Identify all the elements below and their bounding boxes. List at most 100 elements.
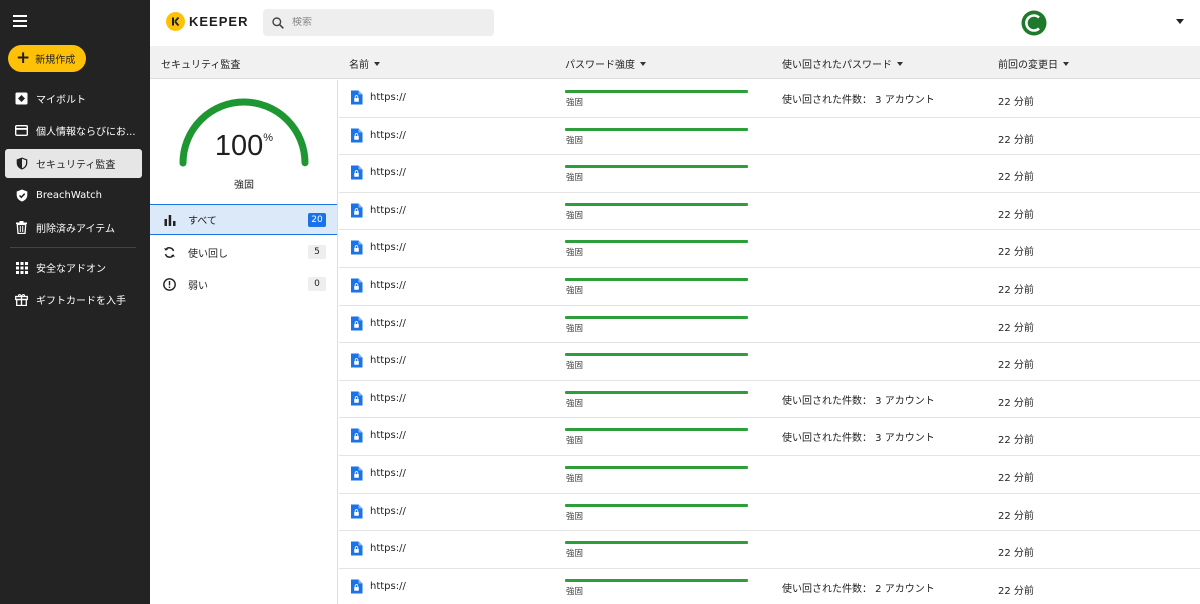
table-row[interactable]: https:// 強固 22 分前 xyxy=(339,118,1200,156)
security-score: 100% xyxy=(150,130,338,163)
sidebar-item-secure-addons[interactable]: 安全なアドオン xyxy=(5,253,142,282)
record-name[interactable]: https://r xyxy=(370,468,406,479)
search-icon xyxy=(272,16,284,29)
last-changed: 22 分前 xyxy=(998,247,1034,259)
record-name[interactable]: https://i xyxy=(370,355,406,366)
strength-bar xyxy=(565,277,748,281)
menu-icon[interactable] xyxy=(13,15,27,27)
panel-title: セキュリティ監査 xyxy=(161,60,241,71)
table-row[interactable]: https://t 強固 22 分前 xyxy=(339,531,1200,569)
grid-icon xyxy=(15,261,28,274)
record-name[interactable]: https:// xyxy=(370,130,406,141)
last-changed: 22 分前 xyxy=(998,360,1034,372)
record-name[interactable]: https://- xyxy=(370,167,406,178)
reused-count: 使い回された件数： 3 アカウント xyxy=(782,395,935,407)
record-name[interactable]: https://r xyxy=(370,506,406,517)
record-name[interactable]: https:// xyxy=(370,205,406,216)
strength-label: 強固 xyxy=(566,210,584,221)
table-row[interactable]: https:// 強固 使い回された件数： 3 アカウント 22 分前 xyxy=(339,80,1200,118)
table-row[interactable]: https:// 強固 22 分前 xyxy=(339,193,1200,231)
record-lock-icon xyxy=(350,504,363,519)
table-row[interactable]: https://i 強固 22 分前 xyxy=(339,343,1200,381)
strength-bar xyxy=(565,503,748,507)
shield-icon xyxy=(15,157,28,170)
record-lock-icon xyxy=(350,316,363,331)
strength-bar xyxy=(565,428,748,432)
record-lock-icon xyxy=(350,128,363,143)
table-row[interactable]: https://r 強固 22 分前 xyxy=(339,494,1200,532)
column-header-reused[interactable]: 使い回されたパスワード xyxy=(782,56,903,71)
record-lock-icon xyxy=(350,428,363,443)
record-lock-icon xyxy=(350,90,363,105)
strength-bar xyxy=(565,465,748,469)
last-changed: 22 分前 xyxy=(998,284,1034,296)
strength-label: 強固 xyxy=(566,586,584,597)
record-lock-icon xyxy=(350,391,363,406)
account-menu-caret-icon[interactable] xyxy=(1176,19,1184,24)
table-row[interactable]: https://r 強固 22 分前 xyxy=(339,456,1200,494)
filter-count-badge: 5 xyxy=(308,245,326,259)
filter-count-badge: 0 xyxy=(308,277,326,291)
record-name[interactable]: https://u xyxy=(370,581,406,592)
gift-icon xyxy=(15,293,28,306)
record-name[interactable]: https://e xyxy=(370,318,406,329)
column-header-label: パスワード強度 xyxy=(565,60,635,71)
strength-label: 強固 xyxy=(566,285,584,296)
record-name[interactable]: https:// xyxy=(370,92,406,103)
table-row[interactable]: https://- 強固 22 分前 xyxy=(339,155,1200,193)
sidebar-item-deleted-items[interactable]: 削除済みアイテム xyxy=(5,213,142,242)
filter-reused[interactable]: 使い回し 5 xyxy=(150,237,337,268)
alert-circle-icon xyxy=(163,278,176,291)
security-score-value: 100 xyxy=(214,130,264,162)
sidebar: + 新規作成 マイボルト 個人情報ならびにお... セキュリティ監査 Breac… xyxy=(0,0,150,604)
records-table: https://強固 使い回された件数： 3 アカウント 22 分前 https://… xyxy=(339,80,1200,604)
column-header-name[interactable]: 名前 xyxy=(349,56,380,71)
strength-label: 強固 xyxy=(566,173,584,184)
sidebar-item-my-vault[interactable]: マイボルト xyxy=(5,84,142,113)
column-header-label: 使い回されたパスワード xyxy=(782,60,892,71)
strength-bar xyxy=(565,165,748,169)
security-score-unit: % xyxy=(263,132,274,144)
column-header-last-changed[interactable]: 前回の変更日 xyxy=(998,56,1069,71)
new-item-label: 新規作成 xyxy=(35,55,76,66)
filter-all[interactable]: すべて 20 xyxy=(150,204,337,235)
filter-label: 使い回し xyxy=(188,249,228,260)
strength-label: 強固 xyxy=(566,135,584,146)
strength-label: 強固 xyxy=(566,248,584,259)
security-score-label: 強固 xyxy=(234,180,254,191)
last-changed: 22 分前 xyxy=(998,510,1034,522)
table-row[interactable]: https://e 強固 22 分前 xyxy=(339,268,1200,306)
sidebar-item-gift-card[interactable]: ギフトカードを入手 xyxy=(5,285,142,314)
record-name[interactable]: https://r xyxy=(370,430,406,441)
strength-bar xyxy=(565,390,748,394)
strength-bar xyxy=(565,90,748,93)
last-changed: 22 分前 xyxy=(998,322,1034,334)
keeper-logo[interactable]: KEEPER xyxy=(166,12,248,31)
filter-weak[interactable]: 弱い 0 xyxy=(150,269,337,300)
sidebar-item-personal-info[interactable]: 個人情報ならびにお... xyxy=(5,116,142,145)
sidebar-item-breachwatch[interactable]: BreachWatch xyxy=(5,181,142,210)
record-name[interactable]: https://r xyxy=(370,393,406,404)
last-changed: 22 分前 xyxy=(998,397,1034,409)
vault-icon xyxy=(15,92,28,105)
keeper-logo-icon xyxy=(166,12,185,31)
record-name[interactable]: https://e xyxy=(370,280,406,291)
table-row[interactable]: https://r 強固 使い回された件数： 3 アカウント 22 分前 xyxy=(339,381,1200,419)
record-name[interactable]: https:// xyxy=(370,242,406,253)
plus-icon: + xyxy=(16,48,31,68)
record-name[interactable]: https://t xyxy=(370,543,406,554)
strength-label: 強固 xyxy=(566,511,584,522)
search-input[interactable] xyxy=(292,17,472,28)
table-row[interactable]: https://r 強固 使い回された件数： 3 アカウント 22 分前 xyxy=(339,418,1200,456)
sidebar-item-label: BreachWatch xyxy=(36,190,103,201)
column-header-label: 前回の変更日 xyxy=(998,60,1058,71)
column-header-strength[interactable]: パスワード強度 xyxy=(565,56,646,71)
search-box[interactable] xyxy=(263,9,494,36)
account-avatar[interactable] xyxy=(1021,10,1047,36)
table-row[interactable]: https://e 強固 22 分前 xyxy=(339,306,1200,344)
table-row[interactable]: https:// 強固 22 分前 xyxy=(339,230,1200,268)
card-icon xyxy=(15,124,28,137)
table-row[interactable]: https://u 強固 使い回された件数： 2 アカウント 22 分前 xyxy=(339,569,1200,604)
sidebar-item-security-audit[interactable]: セキュリティ監査 xyxy=(5,149,142,178)
new-item-button[interactable]: + 新規作成 xyxy=(8,45,86,72)
